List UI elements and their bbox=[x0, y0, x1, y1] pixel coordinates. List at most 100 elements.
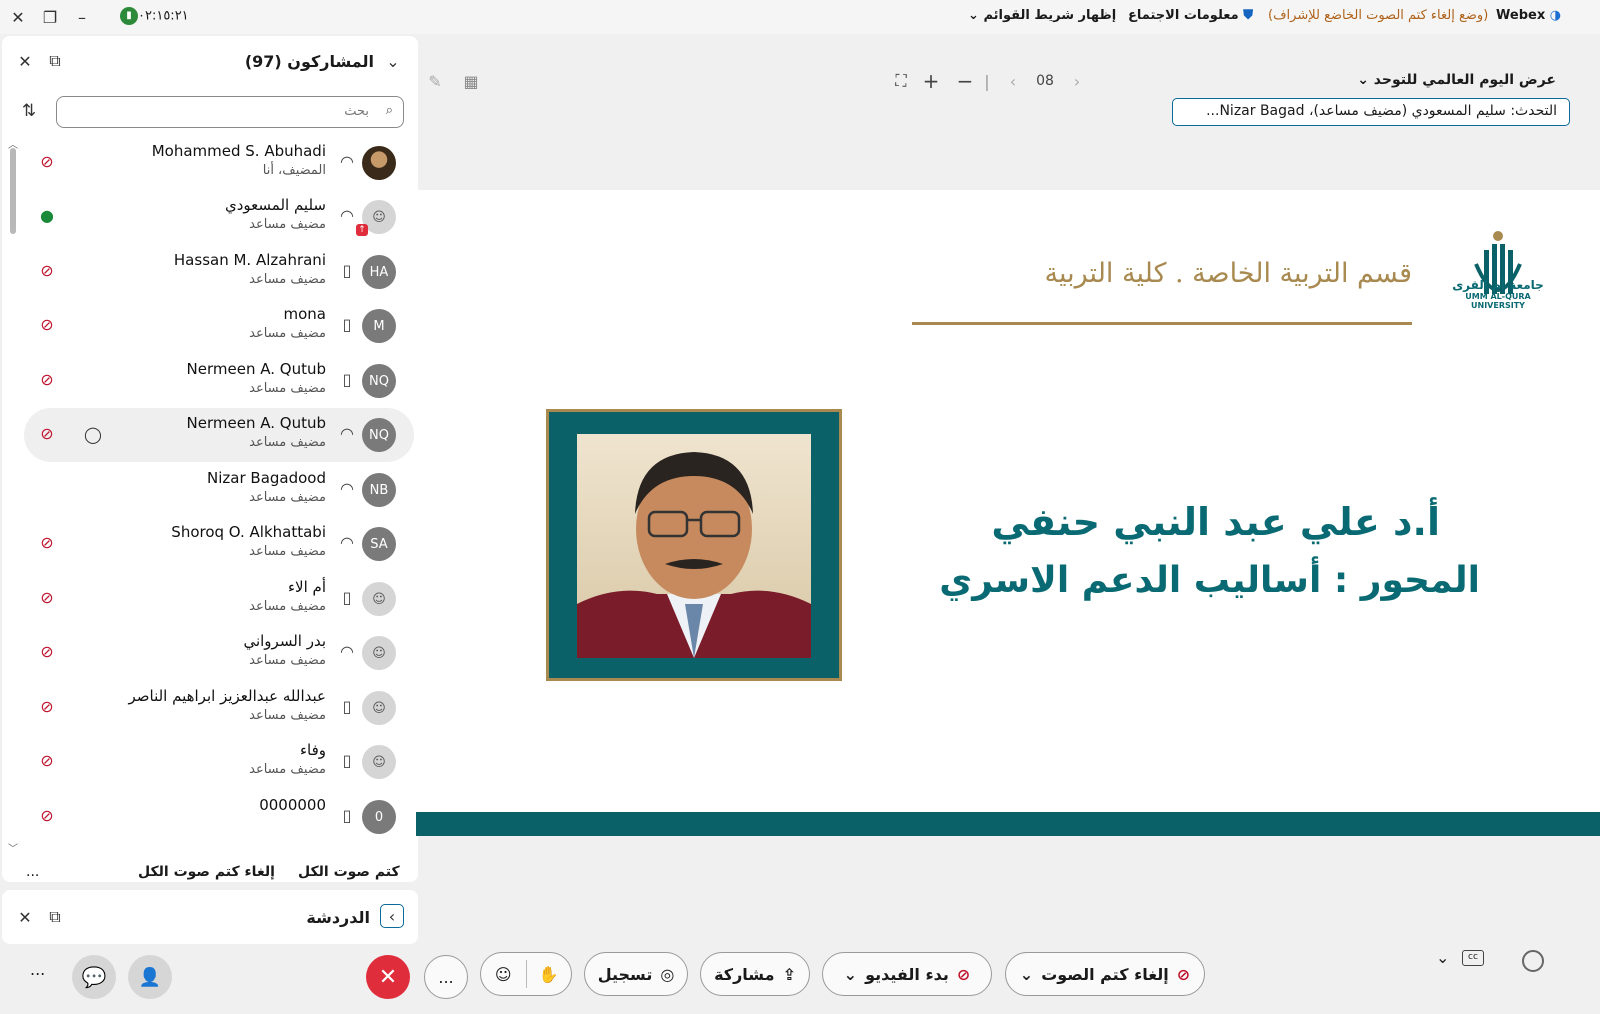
mic-muted-icon[interactable]: ⊘ bbox=[38, 315, 56, 334]
more-apps-button[interactable]: ... bbox=[30, 960, 45, 979]
participant-row[interactable]: 0 ▯ 0000000 ⊘ bbox=[24, 790, 414, 844]
mic-muted-icon[interactable]: ⊘ bbox=[38, 751, 56, 770]
previous-page-icon[interactable]: ‹ bbox=[1002, 70, 1024, 92]
close-icon: ✕ bbox=[378, 964, 398, 990]
mic-muted-icon[interactable]: ⊘ bbox=[38, 806, 56, 825]
zoom-in-icon[interactable]: + bbox=[920, 69, 942, 93]
mic-active-icon[interactable]: ● bbox=[38, 206, 56, 225]
participant-row[interactable]: NQ ▯ Nermeen A. Qutub مضيف مساعد ⊘ bbox=[24, 354, 414, 408]
participant-role: مضيف مساعد bbox=[249, 381, 326, 396]
department-title: قسم التربية الخاصة . كلية التربية bbox=[1044, 258, 1412, 289]
show-menu-bar-button[interactable]: ⌄ إظهار شريط القوائم bbox=[968, 8, 1116, 23]
more-options-button[interactable]: ... bbox=[26, 864, 39, 880]
minimize-window-icon[interactable]: – bbox=[70, 6, 94, 28]
close-window-icon[interactable]: ✕ bbox=[6, 6, 30, 28]
avatar: ☺ bbox=[362, 636, 396, 670]
participant-row[interactable]: ☺ ▯ عبدالله عبدالعزيز ابراهيم الناصر مضي… bbox=[24, 681, 414, 735]
unmute-button[interactable]: ⌄ إلغاء كتم الصوت ⊘ bbox=[1005, 952, 1205, 996]
chevron-down-icon: ⌄ bbox=[843, 964, 858, 984]
popout-panel-icon[interactable]: ⧉ bbox=[44, 50, 66, 72]
participant-row[interactable]: M ▯ mona مضيف مساعد ⊘ bbox=[24, 299, 414, 353]
grid-layout-icon[interactable]: ▦ bbox=[460, 70, 482, 92]
record-button[interactable]: تسجيل ◎ bbox=[584, 952, 688, 996]
more-options-button[interactable]: ... bbox=[424, 955, 468, 999]
mic-muted-icon[interactable]: ⊘ bbox=[38, 642, 56, 661]
participant-row[interactable]: ☺ ▯ وفاء مضيف مساعد ⊘ bbox=[24, 735, 414, 789]
participant-row[interactable]: NB ◠ Nizar Bagadood مضيف مساعد bbox=[24, 463, 414, 517]
avatar: NB bbox=[362, 473, 396, 507]
page-number: 08 bbox=[1036, 73, 1054, 89]
emoji-icon[interactable]: ☺ bbox=[481, 965, 526, 984]
start-video-button[interactable]: ⌄ بدء الفيديو ⊘ bbox=[822, 952, 992, 996]
assistant-icon[interactable] bbox=[1522, 950, 1544, 972]
leave-meeting-button[interactable]: ✕ bbox=[366, 955, 410, 999]
stage-toolbar: ✎ ▦ ⛶ + − | ‹ 08 › ⌄ عرض اليوم العالمي ل… bbox=[416, 60, 1600, 190]
participants-panel: ✕ ⧉ المشاركون (97) ⌄ ⇅ بحث ⌕ ︿ ﹀ ◠ Moham… bbox=[2, 36, 418, 882]
participant-row[interactable]: NQ ◠ Nermeen A. Qutub مضيف مساعد ◯ ⊘ bbox=[24, 408, 414, 462]
mic-muted-icon[interactable]: ⊘ bbox=[38, 588, 56, 607]
participant-list: ◠ Mohammed S. Abuhadi المضيف، أنا ⊘ ☺ ↑ … bbox=[2, 136, 418, 874]
more-label: ... bbox=[438, 967, 454, 987]
next-page-icon[interactable]: › bbox=[1066, 70, 1088, 92]
mute-all-button[interactable]: كتم صوت الكل bbox=[298, 864, 400, 880]
unmute-all-button[interactable]: إلغاء كتم صوت الكل bbox=[138, 864, 275, 880]
close-panel-icon[interactable]: ✕ bbox=[14, 906, 36, 928]
participant-role: مضيف مساعد bbox=[249, 490, 326, 505]
restore-window-icon[interactable]: ❐ bbox=[38, 6, 62, 28]
headset-icon: ◠ bbox=[340, 151, 354, 171]
chevron-down-icon[interactable]: ⌄ bbox=[1436, 948, 1449, 967]
layout-menu-button[interactable]: ⌄ عرض اليوم العالمي للتوحد bbox=[1357, 72, 1556, 88]
headset-icon: ◠ bbox=[340, 205, 354, 225]
raise-hand-icon[interactable]: ✋ bbox=[527, 965, 572, 984]
participant-row[interactable]: ◠ Mohammed S. Abuhadi المضيف، أنا ⊘ bbox=[24, 136, 414, 190]
avatar bbox=[362, 146, 396, 180]
captions-icon[interactable]: cc bbox=[1462, 950, 1484, 966]
popout-panel-icon[interactable]: ⧉ bbox=[44, 906, 66, 928]
chevron-left-icon[interactable]: ‹ bbox=[380, 904, 404, 928]
mic-muted-icon[interactable]: ⊘ bbox=[38, 152, 56, 171]
mic-muted-icon[interactable]: ⊘ bbox=[38, 533, 56, 552]
participant-row[interactable]: ☺ ◠ بدر السرواني مضيف مساعد ⊘ bbox=[24, 626, 414, 680]
meeting-info-button[interactable]: معلومات الاجتماع ⛊ bbox=[1128, 8, 1253, 23]
chat-bubble-icon[interactable]: ◯ bbox=[84, 425, 102, 444]
app-name: Webex ◑ bbox=[1496, 8, 1562, 23]
mic-muted-icon[interactable]: ⊘ bbox=[38, 261, 56, 280]
participant-role: مضيف مساعد bbox=[249, 217, 326, 232]
participant-row[interactable]: ☺ ▯ أم الاء مضيف مساعد ⊘ bbox=[24, 572, 414, 626]
participant-role: مضيف مساعد bbox=[249, 435, 326, 450]
chevron-down-icon[interactable]: ⌄ bbox=[382, 50, 404, 72]
fullscreen-icon[interactable]: ⛶ bbox=[890, 70, 912, 92]
participants-button[interactable]: 👤 bbox=[128, 955, 172, 999]
moderated-unmute-label: (وضع إلغاء كتم الصوت الخاضع للإشراف) bbox=[1268, 8, 1489, 23]
search-icon: ⌕ bbox=[385, 103, 393, 118]
meeting-timer: ▮ ٠٢:١٥:٢١ bbox=[114, 7, 189, 25]
reactions-group: ☺ ✋ bbox=[480, 952, 572, 996]
chat-button[interactable]: 💬 bbox=[72, 955, 116, 999]
participant-row[interactable]: HA ▯ Hassan M. Alzahrani مضيف مساعد ⊘ bbox=[24, 245, 414, 299]
phone-icon: ▯ bbox=[342, 369, 352, 389]
close-panel-icon[interactable]: ✕ bbox=[14, 50, 36, 72]
mic-muted-icon[interactable]: ⊘ bbox=[38, 424, 56, 443]
participant-name: أم الاء bbox=[288, 578, 326, 596]
participant-row[interactable]: SA ◠ Shoroq O. Alkhattabi مضيف مساعد ⊘ bbox=[24, 517, 414, 571]
university-name-ar: جامعة أم القرى bbox=[1452, 278, 1544, 292]
share-label: مشاركة bbox=[714, 964, 775, 984]
participant-search-input[interactable]: بحث ⌕ bbox=[56, 96, 404, 128]
mic-muted-icon[interactable]: ⊘ bbox=[38, 370, 56, 389]
webex-logo-icon: ◑ bbox=[1549, 8, 1562, 23]
chevron-down-icon: ⌄ bbox=[1019, 964, 1034, 984]
shared-slide: UMM AL-QURA UNIVERSITY جامعة أم القرى قس… bbox=[416, 190, 1600, 836]
zoom-out-icon[interactable]: − bbox=[954, 69, 976, 93]
participant-name: Nermeen A. Qutub bbox=[186, 414, 326, 432]
divider: | bbox=[984, 71, 990, 91]
sort-icon[interactable]: ⇅ bbox=[18, 100, 40, 122]
avatar: ☺ bbox=[362, 745, 396, 779]
share-button[interactable]: مشاركة ⇪ bbox=[700, 952, 810, 996]
participant-row[interactable]: ☺ ↑ ◠ سليم المسعودي مضيف مساعد ● bbox=[24, 190, 414, 244]
record-label: تسجيل bbox=[597, 964, 653, 984]
avatar: NQ bbox=[362, 418, 396, 452]
participant-name: بدر السرواني bbox=[243, 632, 326, 650]
mic-muted-icon[interactable]: ⊘ bbox=[38, 697, 56, 716]
avatar: HA bbox=[362, 255, 396, 289]
annotate-icon[interactable]: ✎ bbox=[424, 70, 446, 92]
